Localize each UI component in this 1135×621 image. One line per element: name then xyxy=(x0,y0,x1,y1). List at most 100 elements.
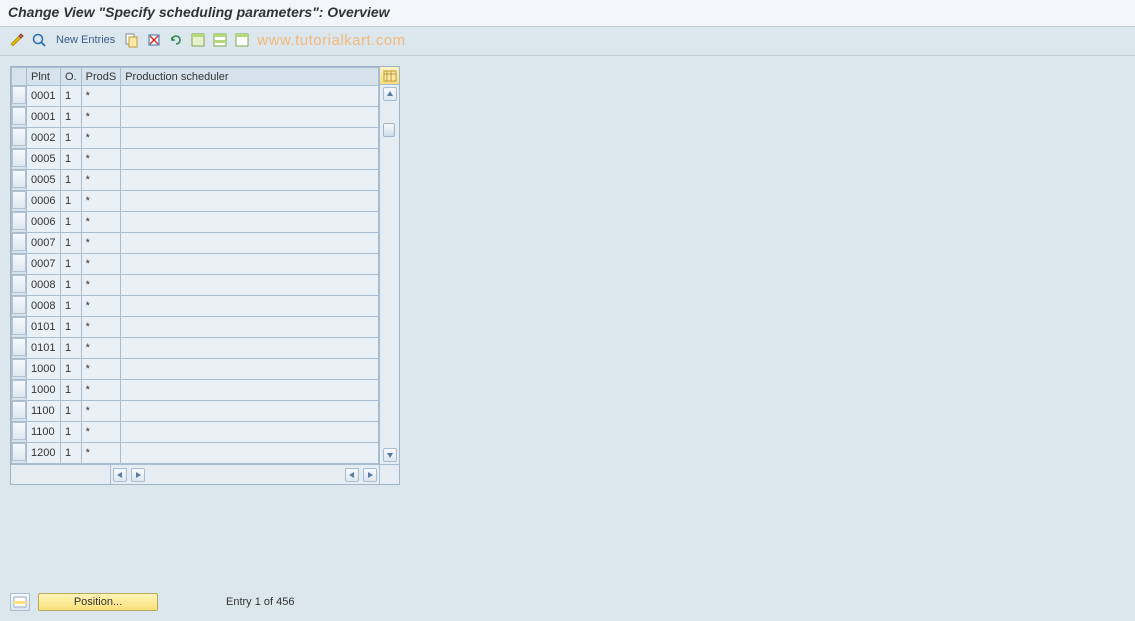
cell-order-type[interactable]: 1 xyxy=(61,254,82,275)
col-prods[interactable]: ProdS xyxy=(81,68,121,86)
row-selector[interactable] xyxy=(12,107,27,128)
cell-prods[interactable]: * xyxy=(81,275,121,296)
row-selector[interactable] xyxy=(12,422,27,443)
cell-order-type[interactable]: 1 xyxy=(61,317,82,338)
cell-order-type[interactable]: 1 xyxy=(61,149,82,170)
row-selector[interactable] xyxy=(12,149,27,170)
scheduling-table[interactable]: Plnt O. ProdS Production scheduler 00011… xyxy=(11,67,379,464)
row-selector[interactable] xyxy=(12,317,27,338)
hscroll-track[interactable] xyxy=(147,465,343,484)
cell-prods[interactable]: * xyxy=(81,86,121,107)
cell-scheduler[interactable] xyxy=(121,86,379,107)
row-selector[interactable] xyxy=(12,86,27,107)
cell-plant[interactable]: 0101 xyxy=(27,338,61,359)
cell-plant[interactable]: 0006 xyxy=(27,191,61,212)
table-row[interactable]: 00061* xyxy=(12,212,379,233)
cell-plant[interactable]: 1000 xyxy=(27,359,61,380)
table-row[interactable]: 01011* xyxy=(12,338,379,359)
cell-scheduler[interactable] xyxy=(121,107,379,128)
table-row[interactable]: 00051* xyxy=(12,170,379,191)
row-selector[interactable] xyxy=(12,338,27,359)
row-selector[interactable] xyxy=(12,191,27,212)
col-order-type[interactable]: O. xyxy=(61,68,82,86)
cell-order-type[interactable]: 1 xyxy=(61,380,82,401)
cell-plant[interactable]: 1200 xyxy=(27,443,61,464)
cell-prods[interactable]: * xyxy=(81,317,121,338)
cell-order-type[interactable]: 1 xyxy=(61,86,82,107)
cell-scheduler[interactable] xyxy=(121,233,379,254)
cell-plant[interactable]: 0002 xyxy=(27,128,61,149)
vertical-scrollbar[interactable] xyxy=(379,67,399,464)
cell-scheduler[interactable] xyxy=(121,338,379,359)
cell-prods[interactable]: * xyxy=(81,191,121,212)
horizontal-scrollbar[interactable] xyxy=(11,464,399,484)
toggle-change-icon[interactable] xyxy=(8,31,26,49)
table-row[interactable]: 11001* xyxy=(12,401,379,422)
cell-order-type[interactable]: 1 xyxy=(61,338,82,359)
row-selector[interactable] xyxy=(12,233,27,254)
cell-prods[interactable]: * xyxy=(81,212,121,233)
cell-plant[interactable]: 0008 xyxy=(27,296,61,317)
table-row[interactable]: 00071* xyxy=(12,254,379,275)
select-block-icon[interactable] xyxy=(211,31,229,49)
cell-scheduler[interactable] xyxy=(121,254,379,275)
table-row[interactable]: 00051* xyxy=(12,149,379,170)
cell-order-type[interactable]: 1 xyxy=(61,191,82,212)
cell-plant[interactable]: 1100 xyxy=(27,401,61,422)
cell-scheduler[interactable] xyxy=(121,296,379,317)
cell-prods[interactable]: * xyxy=(81,107,121,128)
details-icon[interactable] xyxy=(30,31,48,49)
cell-scheduler[interactable] xyxy=(121,275,379,296)
select-all-header[interactable] xyxy=(12,68,27,86)
delete-icon[interactable] xyxy=(145,31,163,49)
row-selector[interactable] xyxy=(12,128,27,149)
table-row[interactable]: 00011* xyxy=(12,107,379,128)
row-selector[interactable] xyxy=(12,275,27,296)
select-all-icon[interactable] xyxy=(189,31,207,49)
undo-change-icon[interactable] xyxy=(167,31,185,49)
cell-order-type[interactable]: 1 xyxy=(61,170,82,191)
table-row[interactable]: 00011* xyxy=(12,86,379,107)
cell-order-type[interactable]: 1 xyxy=(61,275,82,296)
col-scheduler[interactable]: Production scheduler xyxy=(121,68,379,86)
row-selector[interactable] xyxy=(12,443,27,464)
table-row[interactable]: 12001* xyxy=(12,443,379,464)
scroll-down-icon[interactable] xyxy=(383,448,397,462)
cell-order-type[interactable]: 1 xyxy=(61,233,82,254)
cell-scheduler[interactable] xyxy=(121,170,379,191)
cell-plant[interactable]: 0101 xyxy=(27,317,61,338)
configure-columns-icon[interactable] xyxy=(380,67,399,85)
cell-prods[interactable]: * xyxy=(81,233,121,254)
row-selector[interactable] xyxy=(12,401,27,422)
cell-plant[interactable]: 1000 xyxy=(27,380,61,401)
cell-scheduler[interactable] xyxy=(121,401,379,422)
cell-scheduler[interactable] xyxy=(121,359,379,380)
table-row[interactable]: 01011* xyxy=(12,317,379,338)
cell-plant[interactable]: 0007 xyxy=(27,233,61,254)
cell-plant[interactable]: 0001 xyxy=(27,107,61,128)
cell-order-type[interactable]: 1 xyxy=(61,422,82,443)
cell-prods[interactable]: * xyxy=(81,170,121,191)
deselect-all-icon[interactable] xyxy=(233,31,251,49)
table-row[interactable]: 00071* xyxy=(12,233,379,254)
copy-as-icon[interactable] xyxy=(123,31,141,49)
row-selector[interactable] xyxy=(12,380,27,401)
cell-plant[interactable]: 0005 xyxy=(27,170,61,191)
cell-order-type[interactable]: 1 xyxy=(61,443,82,464)
row-selector[interactable] xyxy=(12,296,27,317)
new-entries-button[interactable]: New Entries xyxy=(52,34,119,46)
scroll-left-icon[interactable] xyxy=(113,468,127,482)
vscroll-thumb[interactable] xyxy=(383,123,395,137)
cell-scheduler[interactable] xyxy=(121,380,379,401)
cell-plant[interactable]: 0006 xyxy=(27,212,61,233)
scroll-right2-icon[interactable] xyxy=(363,468,377,482)
cell-prods[interactable]: * xyxy=(81,296,121,317)
cell-prods[interactable]: * xyxy=(81,128,121,149)
cell-scheduler[interactable] xyxy=(121,443,379,464)
cell-prods[interactable]: * xyxy=(81,254,121,275)
cell-order-type[interactable]: 1 xyxy=(61,359,82,380)
position-icon[interactable] xyxy=(10,593,30,611)
scroll-up-icon[interactable] xyxy=(383,87,397,101)
cell-order-type[interactable]: 1 xyxy=(61,401,82,422)
table-row[interactable]: 00061* xyxy=(12,191,379,212)
